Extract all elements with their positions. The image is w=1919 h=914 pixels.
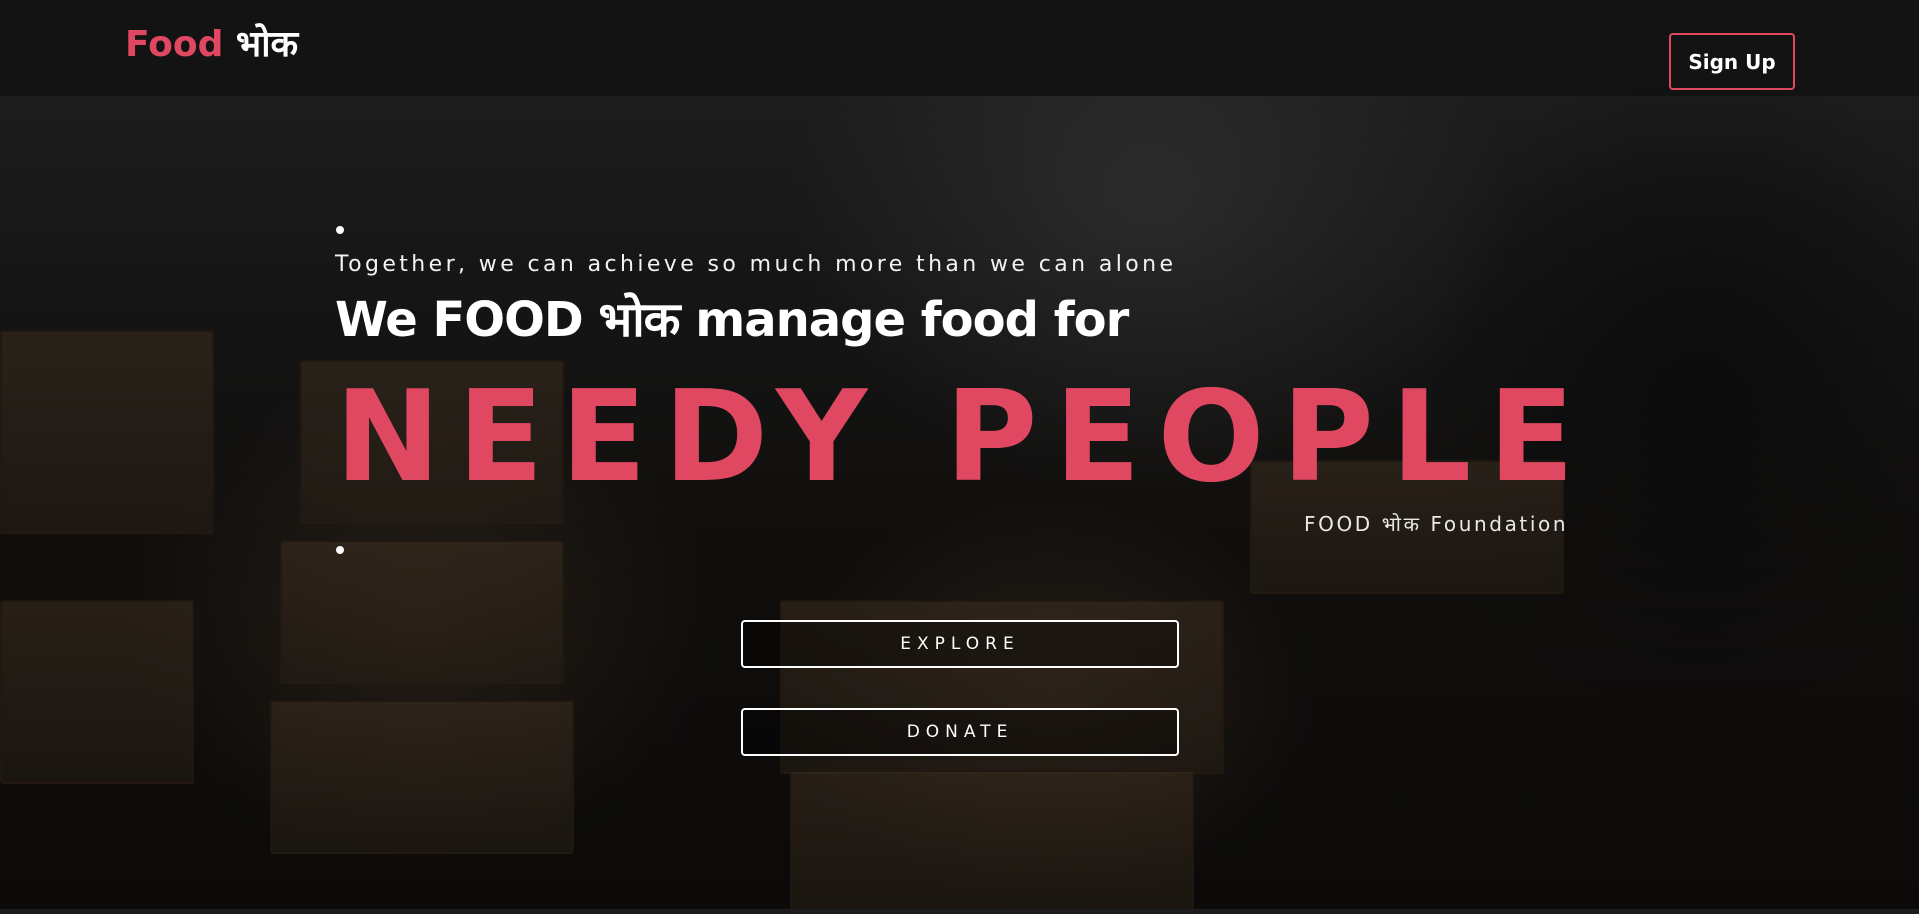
foundation-label: FOOD भोक Foundation (1304, 512, 1569, 536)
site-logo[interactable]: Food भोक (125, 22, 298, 68)
bullet-dot-bottom (336, 546, 344, 554)
bullet-dot-top (336, 226, 344, 234)
signup-button[interactable]: Sign Up (1669, 33, 1795, 90)
hero-headline: We FOOD भोक manage food for (335, 292, 1129, 348)
logo-food-text: Food (125, 24, 224, 65)
explore-button[interactable]: EXPLORE (741, 620, 1179, 668)
logo-bhok-text: भोक (235, 24, 299, 65)
navbar: Food भोक Sign Up (0, 0, 1919, 96)
hero-tagline: Together, we can achieve so much more th… (335, 252, 1177, 277)
hero-big-text: NEEDY PEOPLE (335, 363, 1592, 510)
page-bottom-edge (0, 909, 1919, 914)
donate-button[interactable]: DONATE (741, 708, 1179, 756)
